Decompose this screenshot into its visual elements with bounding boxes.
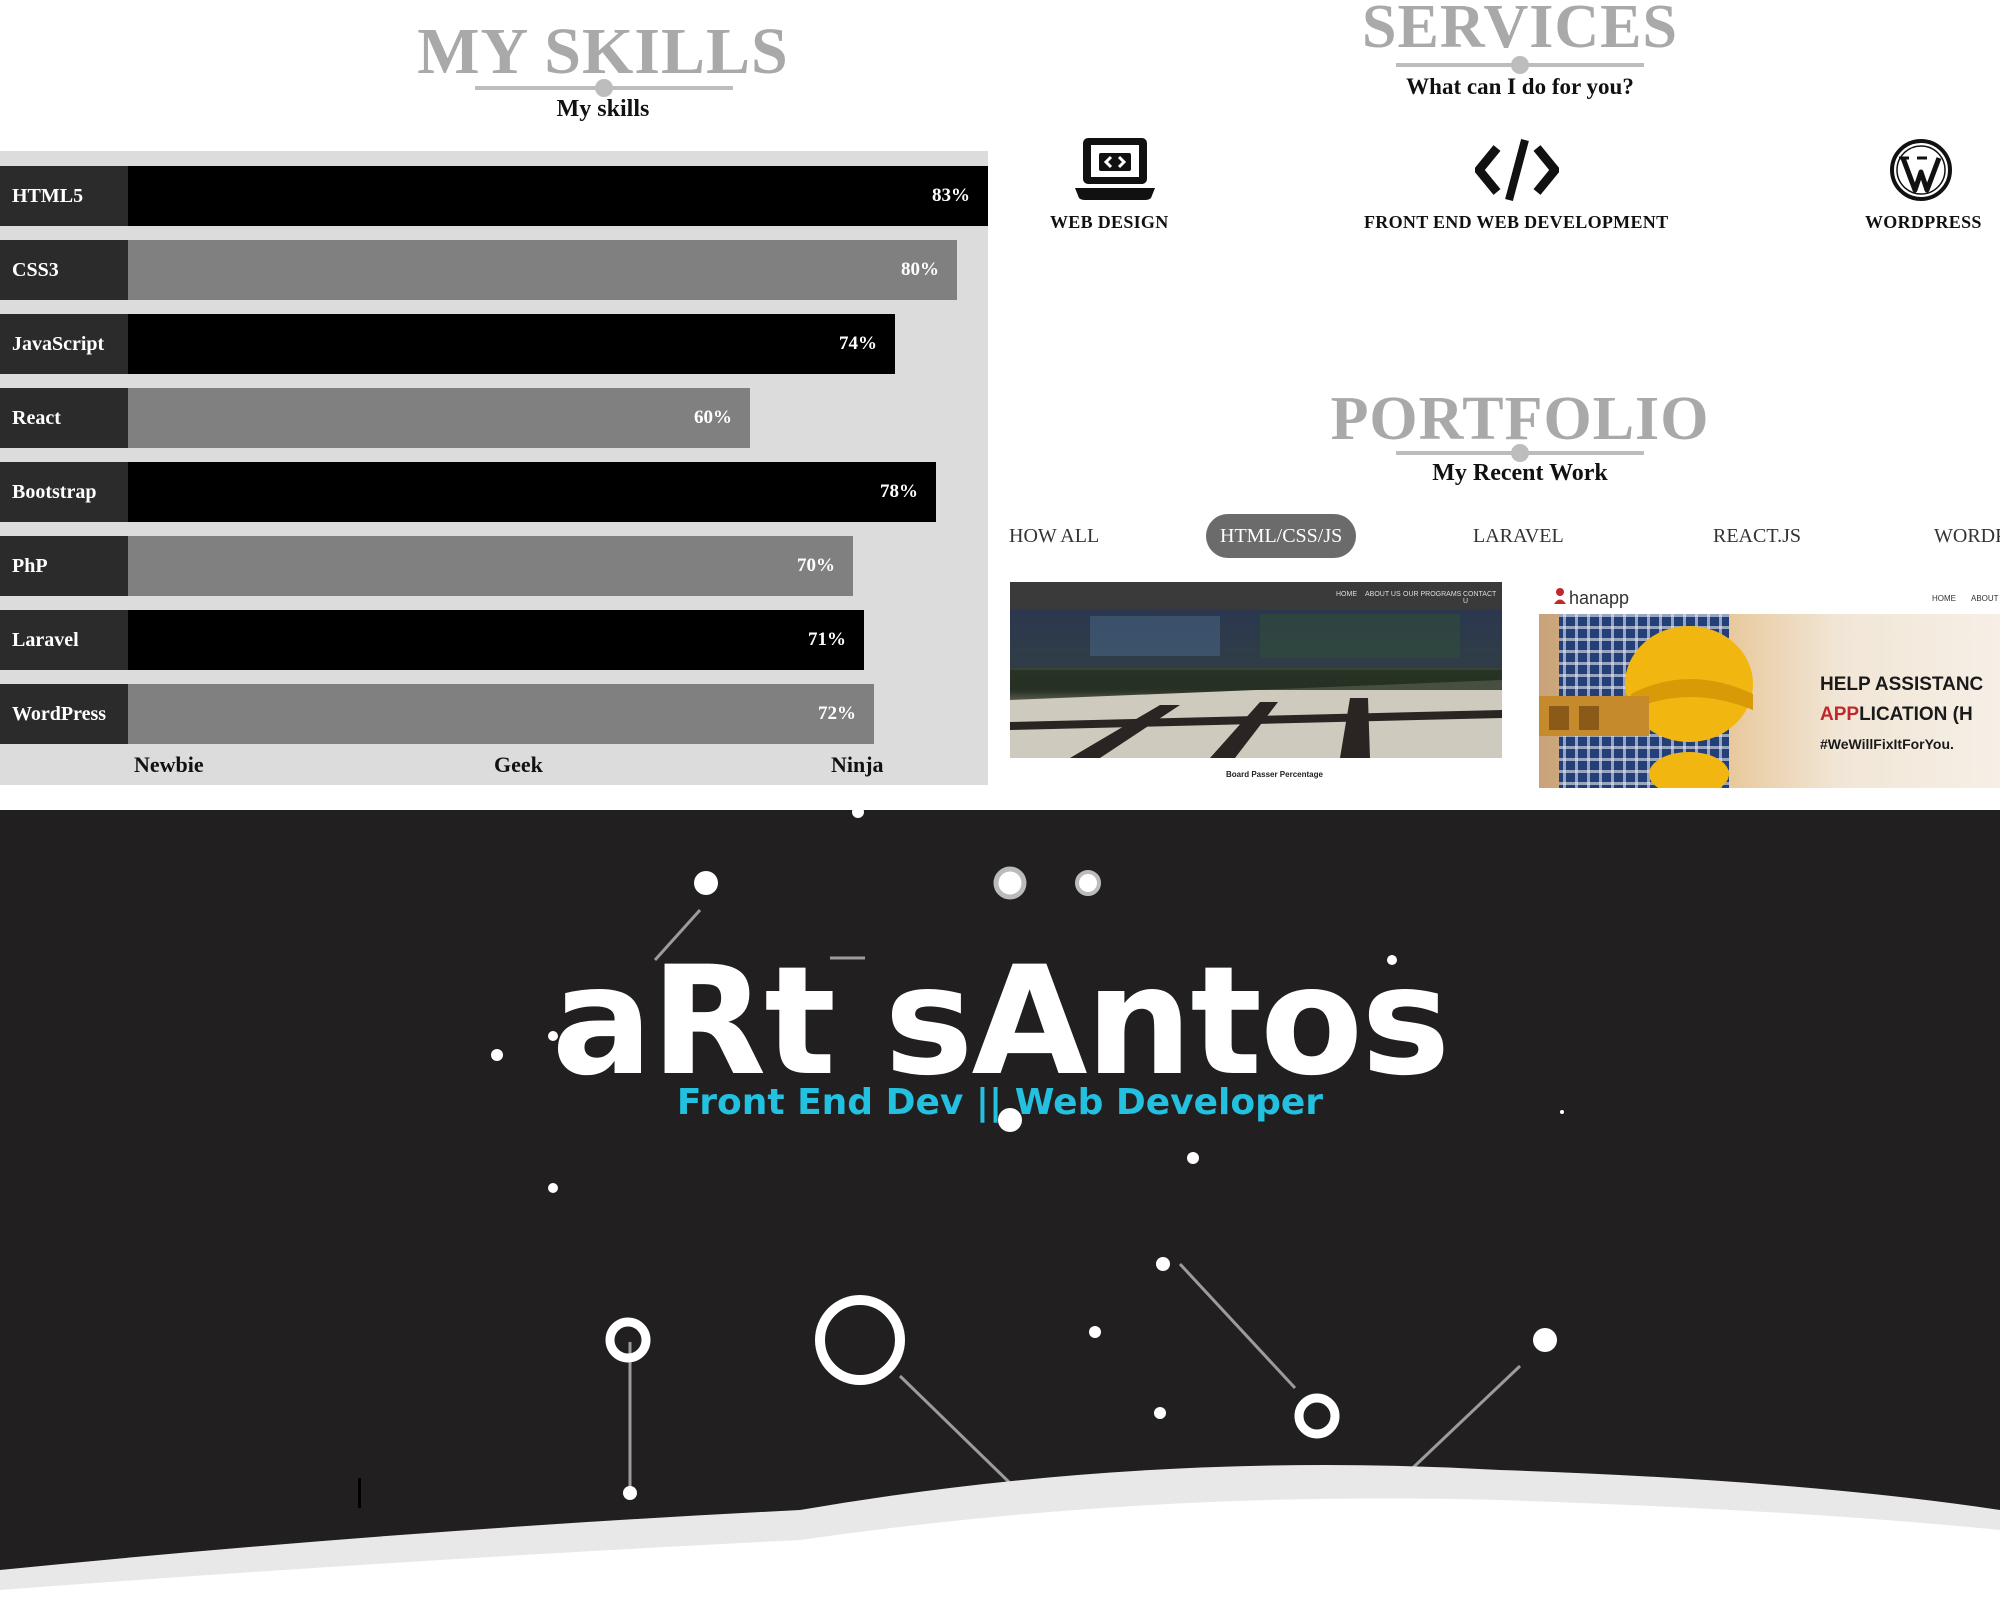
service-name-wordpress: WORDPRESS xyxy=(1865,212,1982,232)
service-name-front-end-dev: FRONT END WEB DEVELOPMENT xyxy=(1364,212,1669,232)
skills-chart: HTML5 83% CSS3 80% JavaScript 74% React 60% Boot… xyxy=(0,151,988,785)
skill-label: CSS3 xyxy=(0,240,128,300)
thumb1-nav-contact: CONTACT U xyxy=(1463,591,1497,605)
skill-bar xyxy=(128,462,936,522)
services-title: SERVICES xyxy=(1362,0,1678,61)
filter-html-css-js[interactable]: HTML/CSS/JS xyxy=(1206,514,1357,558)
thumb2-nav-home: HOME xyxy=(1932,594,1956,603)
skill-bar xyxy=(128,610,864,670)
skill-percent: 80% xyxy=(901,259,939,280)
thumb2-headline-rest: LICATION (H xyxy=(1859,704,1973,725)
skill-row-html5: HTML5 83% xyxy=(0,166,988,226)
wordpress-icon xyxy=(1889,138,1953,207)
skill-percent: 71% xyxy=(808,629,846,650)
code-icon xyxy=(1473,138,1561,207)
skill-bar xyxy=(128,684,874,744)
thumb1-nav-about: ABOUT US xyxy=(1365,591,1401,598)
thumb1-caption: Board Passer Percentage xyxy=(1226,770,1323,779)
scale-label-geek: Geek xyxy=(494,752,543,777)
skill-label: HTML5 xyxy=(0,166,128,226)
portfolio-subtitle: My Recent Work xyxy=(1432,460,1608,486)
skill-row-css3: CSS3 80% xyxy=(0,240,988,300)
services-title-dot xyxy=(1511,56,1529,74)
skills-section: MY SKILLS My skills HTML5 83% CSS3 80% JavaS… xyxy=(0,0,988,792)
skill-percent: 70% xyxy=(797,555,835,576)
thumb2-headline-2: APPLICATION (H xyxy=(1820,704,1973,726)
filter-reactjs[interactable]: REACT.JS xyxy=(1713,514,1801,558)
skill-percent: 72% xyxy=(818,703,856,724)
skill-percent: 74% xyxy=(839,333,877,354)
filter-show-all[interactable]: HOW ALL xyxy=(1009,514,1099,558)
thumb2-logo: hanapp xyxy=(1569,588,1630,608)
portfolio-title: PORTFOLIO xyxy=(1330,385,1710,453)
skill-bar xyxy=(128,240,957,300)
skill-row-laravel: Laravel 71% xyxy=(0,610,988,670)
laptop-code-icon xyxy=(1075,136,1155,207)
skill-row-wordpress: WordPress 72% xyxy=(0,684,988,744)
skill-row-php: PhP 70% xyxy=(0,536,988,596)
thumb1-nav-home: HOME xyxy=(1336,591,1357,598)
thumb2-nav-about: ABOUT xyxy=(1971,594,1999,603)
skill-label: React xyxy=(0,388,128,448)
thumb2-headline-accent: APP xyxy=(1820,704,1860,725)
skill-percent: 83% xyxy=(932,185,970,206)
hero-tagline: Front End Dev || Web Developer xyxy=(676,1082,1324,1123)
portfolio-item-2[interactable]: hanapp HOME ABOUT HELP ASSISTANC APPLICA… xyxy=(1539,582,2000,788)
thumb2-hero-image: HELP ASSISTANC APPLICATION (H #WeWillFix… xyxy=(1539,614,2000,788)
thumb1-nav-programs: OUR PROGRAMS xyxy=(1403,591,1462,598)
skill-label: Laravel xyxy=(0,610,128,670)
skill-bar xyxy=(128,388,750,448)
skill-label: PhP xyxy=(0,536,128,596)
skill-row-react: React 60% xyxy=(0,388,988,448)
skill-bar xyxy=(128,536,853,596)
skill-label: WordPress xyxy=(0,684,128,744)
skill-percent: 78% xyxy=(880,481,918,502)
service-name-web-design: WEB DESIGN xyxy=(1050,212,1169,232)
thumb2-headline-1: HELP ASSISTANC xyxy=(1820,674,1984,695)
skill-label: Bootstrap xyxy=(0,462,128,522)
thumb2-header: hanapp HOME ABOUT xyxy=(1539,582,2000,614)
skill-row-bootstrap: Bootstrap 78% xyxy=(0,462,988,522)
filter-wordpress[interactable]: WORDP xyxy=(1934,514,2000,558)
services-subtitle: What can I do for you? xyxy=(1406,74,1634,99)
skill-percent: 60% xyxy=(694,407,732,428)
thumb1-navbar: HOME ABOUT US OUR PROGRAMS CONTACT U xyxy=(1010,582,1502,610)
skills-title-dot xyxy=(595,79,613,97)
particle-network xyxy=(0,810,2000,1600)
hero-section: aRt sAntos Front End Dev || Web Develope… xyxy=(0,810,2000,1600)
skill-label: JavaScript xyxy=(0,314,128,374)
thumb1-hero-image xyxy=(1010,610,1502,758)
skill-bar xyxy=(128,166,988,226)
skill-bar xyxy=(128,314,895,374)
skill-row-javascript: JavaScript 74% xyxy=(0,314,988,374)
scale-label-newbie: Newbie xyxy=(134,752,204,777)
services-section: SERVICES What can I do for you? WEB DESI… xyxy=(1000,0,2000,260)
person-icon xyxy=(1553,587,1567,610)
thumb2-hashtag: #WeWillFixItForYou. xyxy=(1820,736,1954,752)
filter-laravel[interactable]: LARAVEL xyxy=(1473,514,1564,558)
portfolio-item-1[interactable]: HOME ABOUT US OUR PROGRAMS CONTACT U Boa… xyxy=(1010,582,1502,790)
scale-label-ninja: Ninja xyxy=(831,752,884,777)
